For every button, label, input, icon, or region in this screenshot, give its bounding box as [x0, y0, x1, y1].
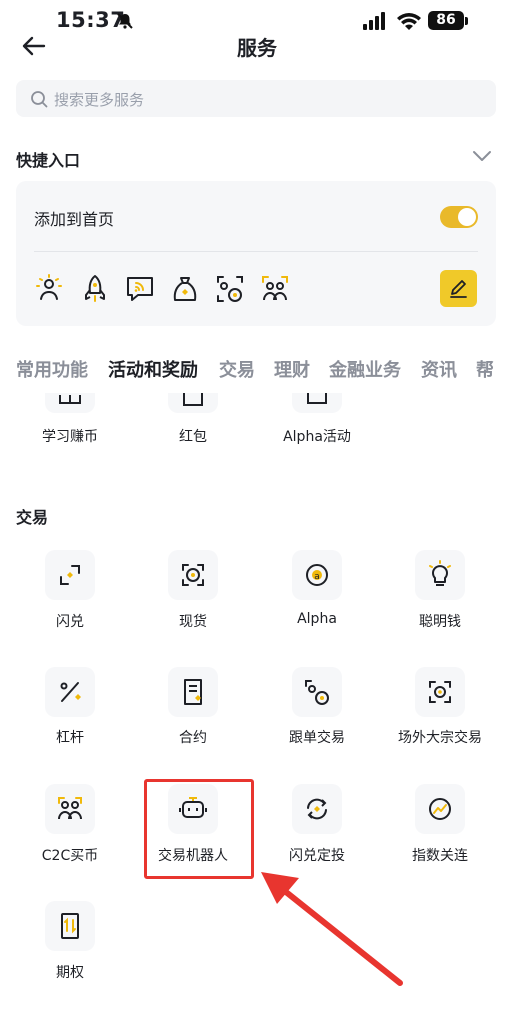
c2c-users-icon[interactable] [260, 274, 290, 304]
spot-label[interactable]: 现货 [133, 611, 253, 631]
copy-trading-icon [305, 680, 329, 705]
annotation-arrow-icon [261, 872, 403, 986]
edit-shortcuts-button[interactable] [440, 270, 477, 307]
add-to-home-toggle[interactable] [440, 206, 478, 228]
c2c-users-icon [58, 797, 82, 820]
wifi-icon [397, 13, 421, 30]
spot-tile[interactable] [168, 550, 218, 600]
alpha-activity-tile[interactable] [292, 393, 342, 413]
c2c-buy-label[interactable]: C2C买币 [10, 845, 130, 865]
status-time: 15:37 [56, 8, 126, 32]
learn-earn-label[interactable]: 学习赚币 [10, 426, 130, 446]
tab-news[interactable]: 资讯 [421, 356, 457, 382]
svg-text:a: a [314, 572, 320, 582]
convert-recurring-tile[interactable] [292, 784, 342, 834]
smart-money-label[interactable]: 聪明钱 [380, 611, 500, 631]
convert-icon [60, 565, 80, 585]
spot-exchange-icon[interactable] [215, 274, 245, 304]
futures-tile[interactable] [168, 667, 218, 717]
search-input[interactable] [52, 80, 476, 119]
money-bag-icon[interactable] [170, 274, 200, 304]
otc-block-label[interactable]: 场外大宗交易 [380, 727, 500, 747]
convert-tile[interactable] [45, 550, 95, 600]
recurring-icon [307, 798, 327, 820]
convert-recurring-label[interactable]: 闪兑定投 [257, 845, 377, 865]
otc-target-icon [429, 681, 451, 703]
tab-activities-rewards[interactable]: 活动和奖励 [108, 356, 198, 382]
highlight-box [144, 779, 254, 879]
index-linked-label[interactable]: 指数关连 [380, 845, 500, 865]
alpha-icon: a [306, 564, 328, 586]
alpha-activity-label[interactable]: Alpha活动 [257, 426, 377, 446]
alpha-label[interactable]: Alpha [257, 611, 377, 627]
quick-entry-divider [34, 251, 478, 252]
battery-level: 86 [428, 11, 464, 30]
smart-money-tile[interactable] [415, 550, 465, 600]
add-to-home-label: 添加到首页 [34, 210, 115, 229]
book-icon [59, 395, 81, 404]
bell-muted-icon [117, 13, 133, 29]
options-icon [61, 913, 79, 939]
percent-icon [60, 682, 81, 702]
margin-tile[interactable] [45, 667, 95, 717]
otc-block-tile[interactable] [415, 667, 465, 717]
options-label[interactable]: 期权 [10, 962, 130, 982]
tab-trade[interactable]: 交易 [219, 356, 255, 382]
futures-label[interactable]: 合约 [133, 727, 253, 747]
learn-earn-tile[interactable] [45, 393, 95, 413]
trade-section-title: 交易 [16, 508, 49, 527]
lightbulb-icon [429, 560, 451, 586]
signal-icon [363, 12, 385, 30]
pencil-icon [450, 280, 467, 298]
tab-financial-business[interactable]: 金融业务 [329, 356, 401, 382]
toggle-knob [458, 208, 476, 226]
alpha-activity-icon [307, 393, 327, 404]
quick-entry-card [16, 181, 496, 326]
battery-tip [465, 17, 468, 25]
red-packet-label[interactable]: 红包 [133, 426, 253, 446]
c2c-buy-tile[interactable] [45, 784, 95, 834]
contract-icon [184, 679, 202, 705]
sun-person-icon[interactable] [34, 274, 64, 304]
index-linked-tile[interactable] [415, 784, 465, 834]
copy-trading-label[interactable]: 跟单交易 [257, 727, 377, 747]
quick-entry-title: 快捷入口 [16, 151, 81, 170]
margin-label[interactable]: 杠杆 [10, 727, 130, 747]
spot-icon [182, 564, 204, 586]
search-icon [31, 91, 48, 108]
rocket-icon[interactable] [80, 274, 110, 304]
options-tile[interactable] [45, 901, 95, 951]
convert-label[interactable]: 闪兑 [10, 611, 130, 631]
copy-trading-tile[interactable] [292, 667, 342, 717]
tab-finance[interactable]: 理财 [274, 356, 310, 382]
page-title: 服务 [237, 36, 277, 60]
tab-common[interactable]: 常用功能 [16, 356, 88, 382]
alpha-tile[interactable]: a [292, 550, 342, 600]
index-linked-icon [429, 798, 451, 820]
chevron-down-icon[interactable] [472, 149, 492, 163]
red-packet-icon [183, 393, 203, 406]
chat-feed-icon[interactable] [125, 274, 155, 304]
red-packet-tile[interactable] [168, 393, 218, 413]
tab-help[interactable]: 帮 [476, 356, 494, 382]
